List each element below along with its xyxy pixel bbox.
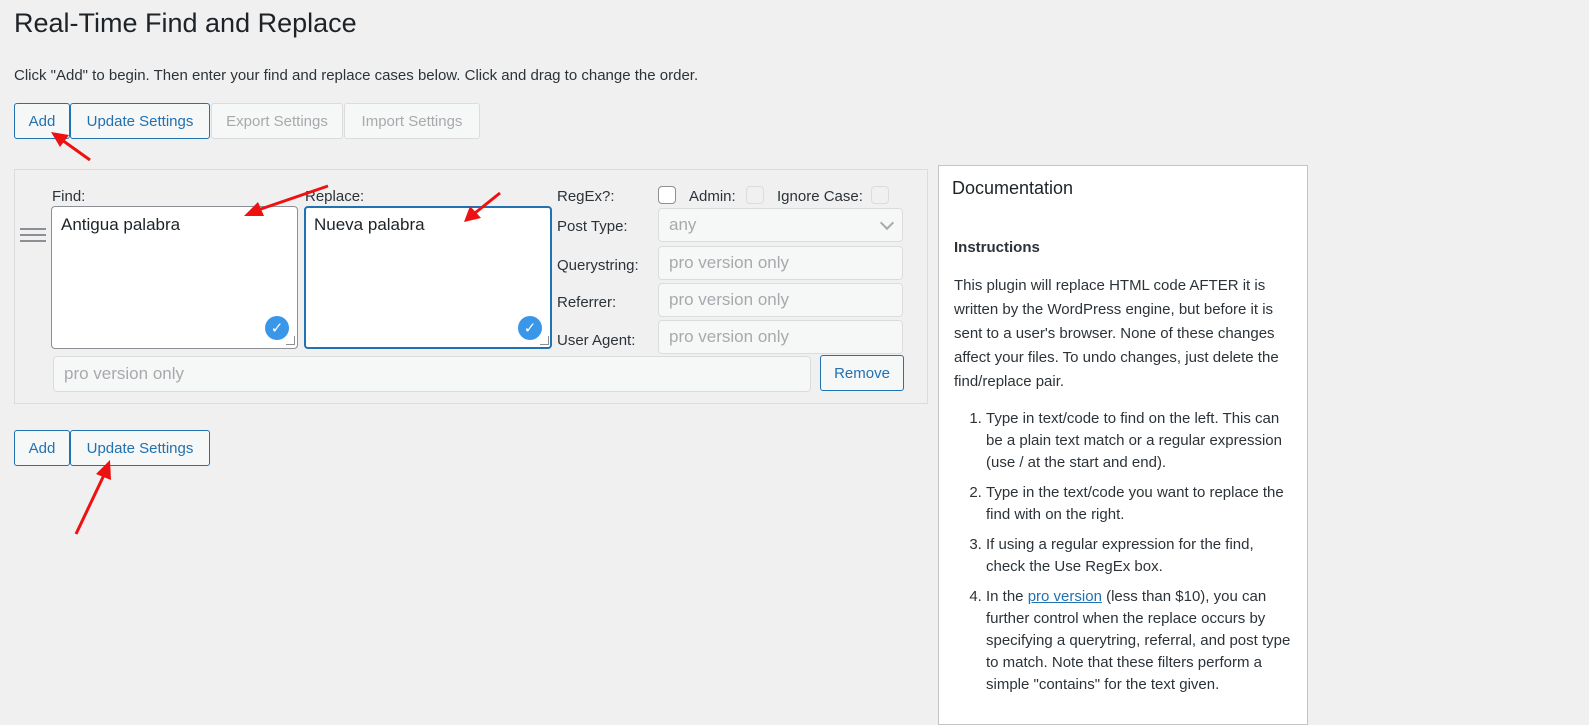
add-button-top[interactable]: Add xyxy=(14,103,70,139)
admin-label: Admin: xyxy=(689,188,736,205)
referrer-input[interactable]: pro version only xyxy=(658,283,903,317)
pro-extra-placeholder: pro version only xyxy=(64,364,185,383)
instruction-step: Type in text/code to find on the left. T… xyxy=(986,408,1294,474)
replace-label: Replace: xyxy=(305,188,365,205)
pro-version-link[interactable]: pro version xyxy=(1028,588,1102,605)
intro-text: Click "Add" to begin. Then enter your fi… xyxy=(14,67,699,84)
find-value: Antigua palabra xyxy=(61,215,181,234)
instructions-list: Type in text/code to find on the left. T… xyxy=(954,408,1294,696)
post-type-select[interactable]: any xyxy=(658,208,903,242)
remove-button[interactable]: Remove xyxy=(820,355,904,391)
page-title: Real-Time Find and Replace xyxy=(14,8,357,38)
referrer-placeholder: pro version only xyxy=(669,290,790,309)
querystring-placeholder: pro version only xyxy=(669,253,790,272)
drag-handle-icon[interactable] xyxy=(20,224,46,246)
regex-checkbox[interactable] xyxy=(658,186,676,204)
instructions-heading: Instructions xyxy=(954,239,1040,256)
step4-prefix: In the xyxy=(986,588,1028,605)
instructions-intro: This plugin will replace HTML code AFTER… xyxy=(954,277,1279,390)
grammar-check-icon[interactable]: ✓ xyxy=(518,316,542,340)
user-agent-placeholder: pro version only xyxy=(669,327,790,346)
instruction-step: Type in the text/code you want to replac… xyxy=(986,482,1294,526)
replace-value: Nueva palabra xyxy=(314,215,425,234)
ignore-case-label: Ignore Case: xyxy=(777,188,863,205)
add-button-bottom[interactable]: Add xyxy=(14,430,70,466)
update-settings-button-bottom[interactable]: Update Settings xyxy=(70,430,210,466)
import-settings-button[interactable]: Import Settings xyxy=(344,103,480,139)
export-settings-button[interactable]: Export Settings xyxy=(211,103,343,139)
annotation-arrow-icon xyxy=(74,460,111,535)
post-type-label: Post Type: xyxy=(557,218,628,235)
resize-handle-icon[interactable] xyxy=(540,336,549,345)
querystring-label: Querystring: xyxy=(557,257,639,274)
documentation-body: Instructions This plugin will replace HT… xyxy=(954,236,1294,704)
user-agent-input[interactable]: pro version only xyxy=(658,320,903,354)
querystring-input[interactable]: pro version only xyxy=(658,246,903,280)
resize-handle-icon[interactable] xyxy=(286,336,295,345)
post-type-value: any xyxy=(669,215,697,234)
find-label: Find: xyxy=(52,188,86,205)
user-agent-label: User Agent: xyxy=(557,332,636,349)
ignore-case-checkbox[interactable] xyxy=(871,186,889,204)
chevron-down-icon xyxy=(879,215,895,231)
pro-extra-input[interactable]: pro version only xyxy=(53,356,811,392)
instruction-step: If using a regular expression for the fi… xyxy=(986,534,1294,578)
documentation-title: Documentation xyxy=(952,178,1074,198)
regex-label: RegEx?: xyxy=(557,188,615,205)
update-settings-button-top[interactable]: Update Settings xyxy=(70,103,210,139)
find-textarea[interactable]: Antigua palabra xyxy=(51,206,298,349)
replace-textarea[interactable]: Nueva palabra xyxy=(304,206,552,349)
admin-checkbox[interactable] xyxy=(746,186,764,204)
instruction-step: In the pro version (less than $10), you … xyxy=(986,586,1294,696)
referrer-label: Referrer: xyxy=(557,294,617,311)
